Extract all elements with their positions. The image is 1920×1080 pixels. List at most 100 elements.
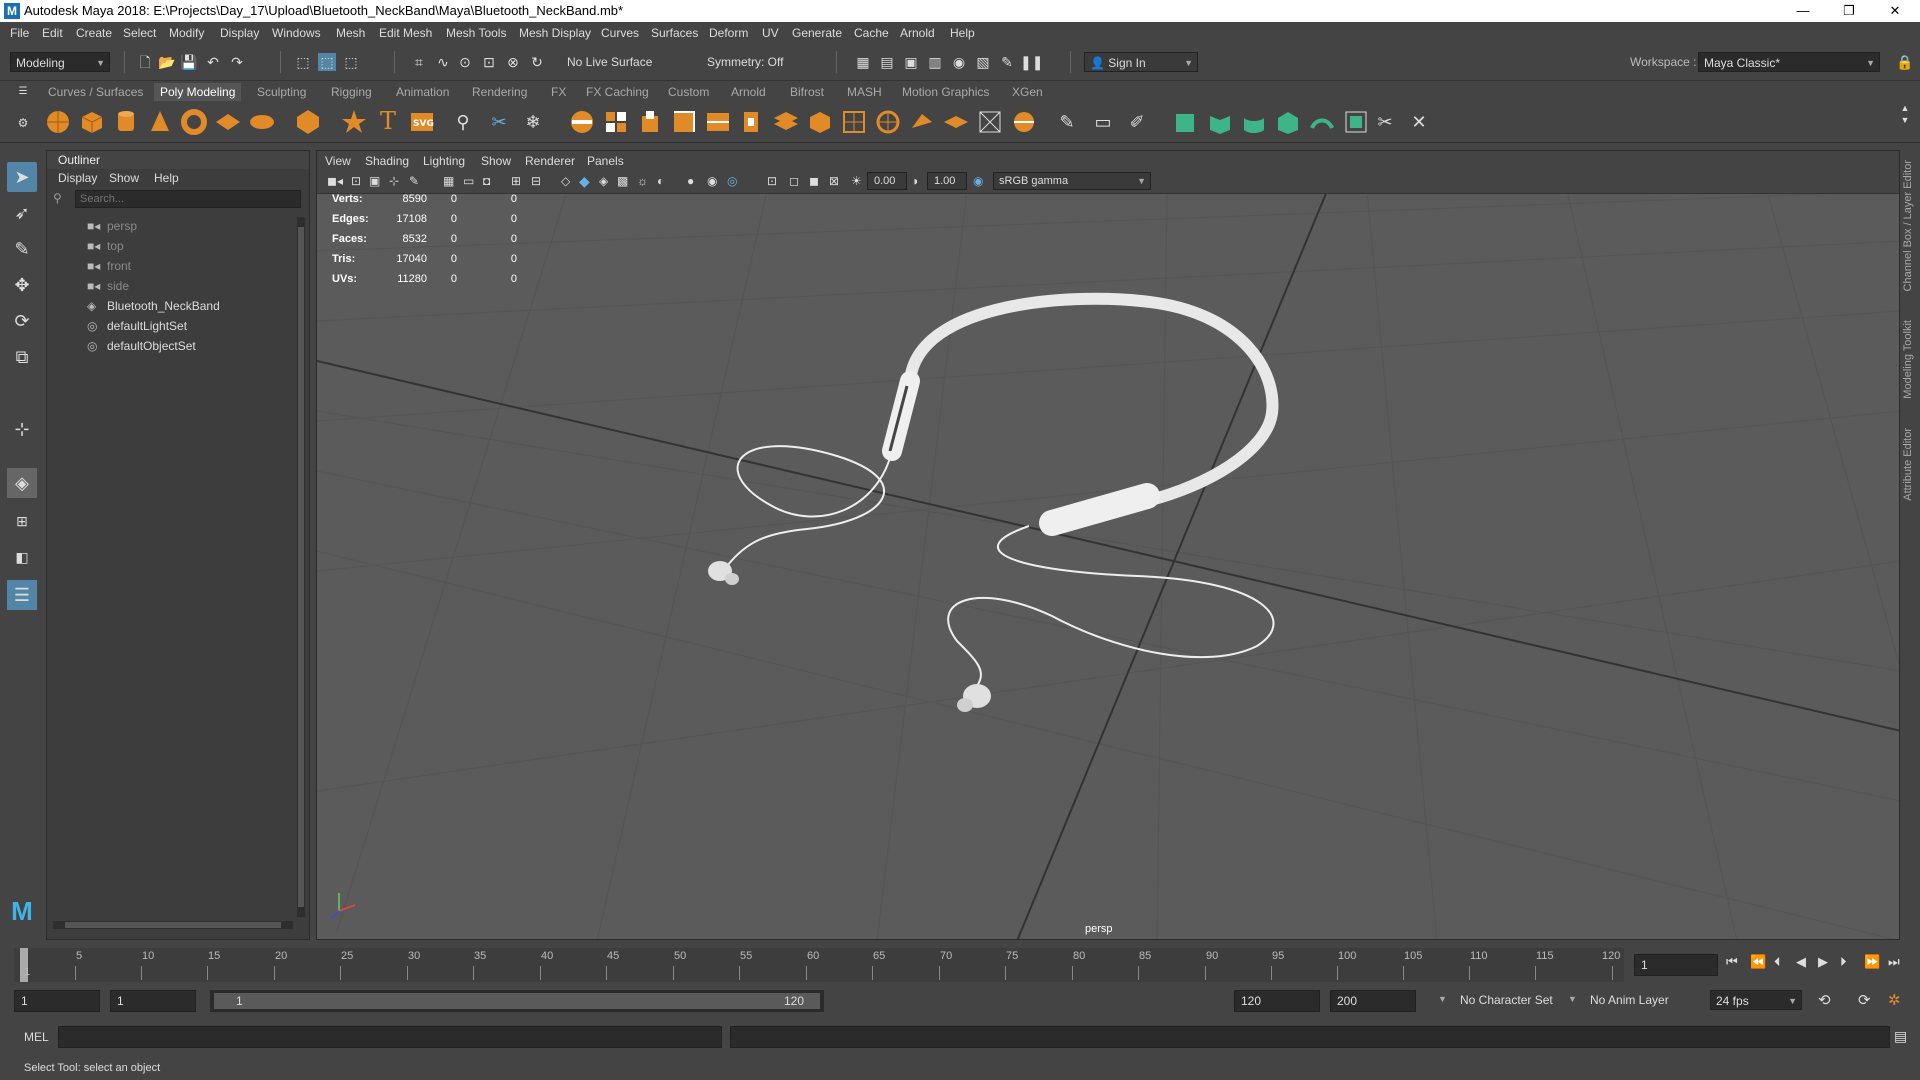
bridge-icon[interactable]	[704, 108, 732, 136]
shelf-tab-poly-modeling[interactable]: Poly Modeling	[154, 83, 242, 101]
ipr-render-icon[interactable]: ▣	[902, 53, 920, 71]
chevron-down-icon[interactable]: ▼	[1568, 994, 1577, 1004]
uv-planar-icon[interactable]	[1172, 108, 1200, 136]
svg-tool-icon[interactable]: SVG	[408, 108, 436, 136]
lasso-tool-icon[interactable]: ➶	[7, 198, 37, 228]
bookmark-icon[interactable]: ⊡	[351, 174, 361, 188]
shelf-tab-mash[interactable]: MASH	[847, 85, 882, 99]
auto-key-icon[interactable]: ⟳	[1858, 991, 1871, 1009]
viewport-menu-renderer[interactable]: Renderer	[525, 154, 575, 168]
undo-icon[interactable]: ↶	[204, 53, 222, 71]
bevel-icon[interactable]	[670, 108, 698, 136]
range-slider[interactable]: 1 120	[210, 990, 824, 1012]
render-view-icon[interactable]: ▦	[854, 53, 872, 71]
animation-start-field[interactable]: 1	[14, 990, 100, 1012]
step-back-frame-icon[interactable]: ⏴	[1774, 954, 1781, 970]
paint-select-tool-icon[interactable]: ✎	[7, 234, 37, 264]
poly-sphere-icon[interactable]	[44, 108, 72, 136]
pencil-icon[interactable]: ✎	[1058, 113, 1076, 131]
range-slider-handle[interactable]: 1 120	[214, 993, 820, 1009]
playback-start-field[interactable]: 1	[110, 990, 196, 1012]
crease-icon[interactable]	[976, 108, 1004, 136]
render-setup-icon[interactable]: ▧	[974, 53, 992, 71]
shelf-tab-curves-surfaces[interactable]: Curves / Surfaces	[48, 85, 143, 99]
save-scene-icon[interactable]: 💾	[180, 53, 198, 71]
xray-components-icon[interactable]: ⊠	[829, 174, 839, 188]
mirror-icon[interactable]	[942, 108, 970, 136]
viewport-scene[interactable]	[317, 151, 1900, 940]
snap-grid-icon[interactable]: ⌗	[410, 53, 428, 71]
viewport-panel[interactable]: View Shading Lighting Show Renderer Pane…	[316, 150, 1900, 940]
minimize-button[interactable]: —	[1780, 0, 1826, 22]
2d-pan-icon[interactable]: ⊹	[389, 174, 399, 188]
isolate-select-icon[interactable]: ⊡	[767, 174, 777, 188]
resolution-gate-icon[interactable]: ◘	[483, 174, 490, 188]
snap-point-icon[interactable]: ⊙	[456, 53, 474, 71]
command-mode-label[interactable]: MEL	[24, 1030, 49, 1044]
tab-attribute-editor[interactable]: Attribute Editor	[1902, 428, 1914, 501]
playback-end-field[interactable]: 120	[1234, 990, 1320, 1012]
lock-icon[interactable]: 🔒	[1896, 53, 1914, 71]
multi-cut-icon[interactable]	[806, 108, 834, 136]
ambient-occlusion-icon[interactable]: ●	[687, 174, 694, 188]
platonic-solid-icon[interactable]	[294, 108, 322, 136]
menu-deform[interactable]: Deform	[709, 26, 748, 40]
smooth-shade-icon[interactable]: ◆	[579, 173, 590, 190]
menu-windows[interactable]: Windows	[272, 26, 321, 40]
live-surface-field[interactable]: No Live Surface	[562, 52, 662, 72]
super-shape-icon[interactable]	[340, 108, 368, 136]
uv-sew-icon[interactable]: ✕	[1410, 113, 1428, 131]
scale-tool-icon[interactable]: ⧉	[7, 342, 37, 372]
current-frame-field[interactable]: 1	[1634, 954, 1718, 976]
textured-icon[interactable]: ▩	[617, 174, 628, 188]
time-slider[interactable]: 1 5 10 15 20 25 30 35 40 45 50 55 60 65 …	[14, 948, 1624, 982]
menu-display[interactable]: Display	[220, 26, 259, 40]
poly-disc-icon[interactable]	[248, 108, 276, 136]
wireframe-icon[interactable]: ◇	[561, 174, 570, 188]
search-options-icon[interactable]: ⚲	[53, 191, 69, 207]
workspace-dropdown[interactable]: Maya Classic* ▼	[1698, 52, 1880, 72]
menu-uv[interactable]: UV	[762, 26, 779, 40]
light-editor-icon[interactable]: ✎	[998, 53, 1016, 71]
quad-draw-icon[interactable]	[908, 108, 936, 136]
xray-icon[interactable]: ◻	[789, 174, 799, 188]
camera-attributes-icon[interactable]: ◼◂	[327, 174, 343, 188]
render-settings-icon[interactable]: ▥	[926, 53, 944, 71]
viewport-menu-show[interactable]: Show	[481, 154, 511, 168]
gamma-field[interactable]: 1.00	[927, 172, 967, 190]
menuset-dropdown[interactable]: Modeling ▼	[10, 52, 110, 72]
loop-icon[interactable]: ⟲	[1818, 991, 1831, 1009]
maximize-button[interactable]: ❐	[1826, 0, 1872, 22]
pause-icon[interactable]: ❚❚	[1020, 53, 1043, 71]
lights-icon[interactable]: ☼	[637, 174, 648, 188]
poly-plane-icon[interactable]	[214, 108, 242, 136]
character-set-label[interactable]: No Character Set	[1460, 993, 1553, 1007]
step-forward-frame-icon[interactable]: ⏵	[1840, 954, 1847, 970]
menu-file[interactable]: File	[10, 26, 29, 40]
sign-in-dropdown[interactable]: 👤 Sign In ▼	[1084, 52, 1198, 72]
uv-editor-icon[interactable]: ▭	[1094, 113, 1112, 131]
shelf-menu-icon[interactable]: ☰	[14, 83, 32, 101]
gate-mask-icon[interactable]: ⊞	[511, 174, 521, 188]
outliner-layout-icon[interactable]: ☰	[7, 580, 37, 610]
script-editor-icon[interactable]: ▤	[1894, 1028, 1907, 1045]
menu-create[interactable]: Create	[76, 26, 112, 40]
tab-channel-box[interactable]: Channel Box / Layer Editor	[1902, 160, 1914, 291]
shelf-tab-animation[interactable]: Animation	[396, 85, 449, 99]
xray-joints-icon[interactable]: ◼	[809, 174, 819, 188]
close-button[interactable]: ✕	[1872, 0, 1918, 22]
film-gate-icon[interactable]: ▭	[463, 174, 474, 188]
image-plane-icon[interactable]: ▣	[369, 174, 380, 188]
two-view-layout-icon[interactable]: ◧	[7, 542, 37, 572]
shelf-tab-sculpting[interactable]: Sculpting	[257, 85, 306, 99]
outliner-menu-show[interactable]: Show	[109, 171, 139, 185]
offset-loop-icon[interactable]	[1010, 108, 1038, 136]
shelf-tab-custom[interactable]: Custom	[668, 85, 709, 99]
redo-icon[interactable]: ↷	[228, 53, 246, 71]
shelf-tab-motion-graphics[interactable]: Motion Graphics	[902, 85, 989, 99]
menu-help[interactable]: Help	[950, 26, 975, 40]
go-to-start-icon[interactable]: ⏮	[1726, 954, 1738, 970]
play-forward-icon[interactable]: ▶	[1818, 954, 1828, 970]
outliner-horizontal-scrollbar[interactable]	[53, 921, 293, 929]
menu-generate[interactable]: Generate	[792, 26, 842, 40]
